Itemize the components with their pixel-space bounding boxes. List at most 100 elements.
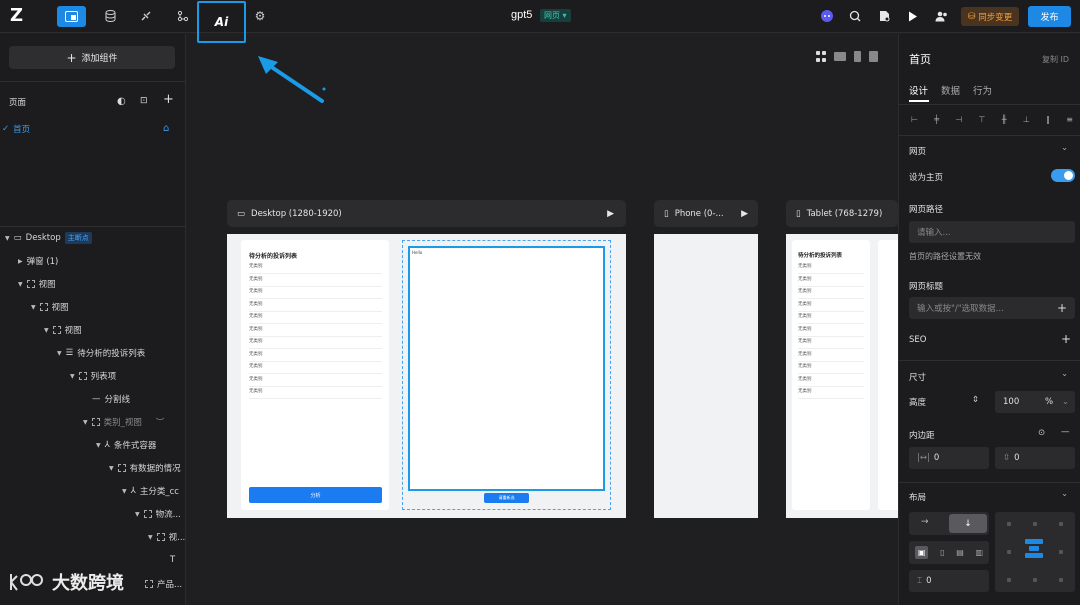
- phone-frame[interactable]: [654, 234, 758, 518]
- list-item[interactable]: 无类别: [798, 300, 864, 312]
- height-input[interactable]: 100% ⌄: [995, 391, 1075, 413]
- tree-item[interactable]: ▼ 视图: [31, 299, 69, 315]
- direction-horizontal-icon[interactable]: →: [921, 517, 929, 527]
- chevron-down-icon[interactable]: ⌄: [1061, 143, 1068, 153]
- pack-start-icon[interactable]: ▣: [914, 546, 929, 559]
- ai-button[interactable]: Ai: [197, 1, 246, 43]
- list-item[interactable]: 无类别: [249, 300, 382, 312]
- selected-view[interactable]: Hello 请重新选: [402, 240, 611, 510]
- list-item[interactable]: 无类别: [249, 387, 382, 399]
- tablet-list-card[interactable]: 待分析的投诉列表 无类别 无类别 无类别 无类别 无类别 无类别 无类别 无类别 无类别 无类别无…: [792, 240, 870, 510]
- play-icon[interactable]: ▶: [741, 209, 748, 219]
- list-item[interactable]: 无类别: [249, 312, 382, 324]
- list-item[interactable]: 无类别: [249, 362, 382, 374]
- tree-item[interactable]: ▼ ☰ 待分析的投诉列表: [57, 345, 145, 361]
- distribute-v-icon[interactable]: ≡: [1066, 115, 1073, 124]
- play-icon[interactable]: ▶: [607, 209, 614, 219]
- tree-item-desktop[interactable]: ▼ ▭ Desktop 主断点: [5, 230, 92, 246]
- chevron-down-icon[interactable]: ⌄: [1061, 489, 1068, 499]
- list-item[interactable]: 无类别: [798, 375, 864, 387]
- list-item[interactable]: 无类别: [798, 325, 864, 337]
- copy-id-button[interactable]: 复制 ID: [1042, 54, 1069, 65]
- search-refresh-icon[interactable]: [845, 7, 865, 25]
- app-logo-icon[interactable]: Z: [10, 6, 32, 26]
- seo-add-icon[interactable]: +: [1061, 332, 1071, 346]
- height-unit[interactable]: %: [1045, 397, 1053, 407]
- tree-item[interactable]: — 分割线: [92, 391, 130, 407]
- padding-collapse-icon[interactable]: —: [1061, 427, 1070, 437]
- plugin-icon[interactable]: [136, 7, 156, 25]
- pack-center-icon[interactable]: ▯: [940, 548, 944, 557]
- list-item[interactable]: 无类别: [249, 287, 382, 299]
- database-icon[interactable]: [100, 7, 120, 25]
- align-left-icon[interactable]: ⊢: [911, 115, 918, 124]
- align-dot[interactable]: [1059, 522, 1063, 526]
- complaint-list-card[interactable]: 待分析的投诉列表 无类别 无类别 无类别 无类别 无类别 无类别 无类别 无类别 无类别 无类别无…: [241, 240, 389, 510]
- tree-item[interactable]: ▼ 列表项: [70, 368, 116, 384]
- tablet-frame[interactable]: 待分析的投诉列表 无类别 无类别 无类别 无类别 无类别 无类别 无类别 无类别 无类别 无类别无…: [786, 234, 898, 518]
- align-right-icon[interactable]: ⊣: [955, 115, 962, 124]
- list-item[interactable]: 无类别: [249, 337, 382, 349]
- align-dot[interactable]: [1059, 550, 1063, 554]
- list-item[interactable]: 无类别: [798, 337, 864, 349]
- align-top-icon[interactable]: ⊤: [979, 115, 986, 124]
- page-mode-icon[interactable]: ◐: [117, 96, 126, 107]
- workflow-icon[interactable]: [173, 7, 193, 25]
- list-item[interactable]: 无类别: [798, 287, 864, 299]
- set-home-toggle[interactable]: [1051, 169, 1075, 182]
- path-input[interactable]: 请输入...: [909, 221, 1075, 243]
- phone-viewport-icon[interactable]: [854, 51, 861, 62]
- align-middle-icon[interactable]: ╫: [1002, 115, 1007, 124]
- desktop-frame[interactable]: 待分析的投诉列表 无类别 无类别 无类别 无类别 无类别 无类别 无类别 无类别 无类别 无类别无…: [227, 234, 626, 518]
- gap-input[interactable]: ⌶ 0: [909, 570, 989, 592]
- tablet-frame-header[interactable]: ▯ Tablet (768-1279): [786, 200, 898, 227]
- padding-independent-icon[interactable]: ⊙: [1038, 428, 1045, 438]
- page-item-home[interactable]: ✓ 首页: [2, 121, 30, 137]
- add-page-icon[interactable]: +: [163, 92, 174, 107]
- list-item[interactable]: 无类别: [798, 362, 864, 374]
- tab-design[interactable]: 设计: [909, 83, 928, 97]
- align-center-h-icon[interactable]: ╪: [934, 115, 939, 124]
- tab-behavior[interactable]: 行为: [973, 83, 992, 97]
- align-bottom-icon[interactable]: ⊥: [1023, 115, 1030, 124]
- tab-data[interactable]: 数据: [941, 83, 960, 97]
- page-title-input[interactable]: 输入或按"/"选取数据... +: [909, 297, 1075, 319]
- pack-end-icon[interactable]: ▤: [956, 548, 964, 557]
- add-icon[interactable]: +: [1057, 301, 1067, 315]
- components-nav-button[interactable]: [57, 6, 86, 27]
- list-item[interactable]: 无类别: [249, 262, 382, 274]
- list-item[interactable]: 无类别: [249, 375, 382, 387]
- padding-horizontal-input[interactable]: |↔| 0: [909, 447, 989, 469]
- list-item[interactable]: 无类别: [249, 275, 382, 287]
- all-viewports-icon[interactable]: [816, 51, 826, 62]
- hidden-eye-icon[interactable]: ︶: [156, 416, 165, 428]
- collaborators-icon[interactable]: [932, 7, 952, 25]
- tree-item[interactable]: ▼ 类别_视图 ︶: [83, 414, 164, 430]
- tree-item[interactable]: ▼ ⅄ 主分类_cc: [122, 483, 179, 499]
- distribute-h-icon[interactable]: ‖: [1046, 115, 1050, 124]
- list-item[interactable]: 无类别: [798, 275, 864, 287]
- align-dot[interactable]: [1007, 550, 1011, 554]
- list-item[interactable]: 无类别: [798, 312, 864, 324]
- tree-item[interactable]: 产品...: [145, 576, 182, 592]
- align-dot[interactable]: [1007, 578, 1011, 582]
- publish-button[interactable]: 发布: [1028, 6, 1071, 27]
- desktop-frame-header[interactable]: ▭ Desktop (1280-1920) ▶: [227, 200, 626, 227]
- list-item[interactable]: 无类别: [798, 387, 864, 399]
- ai-assistant-icon[interactable]: [817, 7, 837, 25]
- desktop-viewport-icon[interactable]: [834, 52, 846, 61]
- tablet-viewport-icon[interactable]: [869, 51, 878, 62]
- tree-item[interactable]: ▶ 弹窗 (1): [18, 253, 58, 269]
- list-item[interactable]: 无类别: [798, 350, 864, 362]
- space-between-icon[interactable]: ▥: [976, 548, 984, 557]
- folder-add-icon[interactable]: ⊡: [140, 96, 148, 106]
- list-item[interactable]: 无类别: [798, 262, 864, 274]
- tree-item[interactable]: ▼ ⅄ 条件式容器: [96, 437, 156, 453]
- list-item[interactable]: 无类别: [249, 325, 382, 337]
- list-item[interactable]: 无类别: [249, 350, 382, 362]
- align-dot[interactable]: [1033, 578, 1037, 582]
- chevron-down-icon[interactable]: ⌄: [1061, 369, 1068, 379]
- sync-changes-button[interactable]: ⛁ 同步变更: [961, 7, 1019, 26]
- tree-item[interactable]: ▼ 视图: [18, 276, 56, 292]
- analyze-button[interactable]: 分析: [249, 487, 382, 503]
